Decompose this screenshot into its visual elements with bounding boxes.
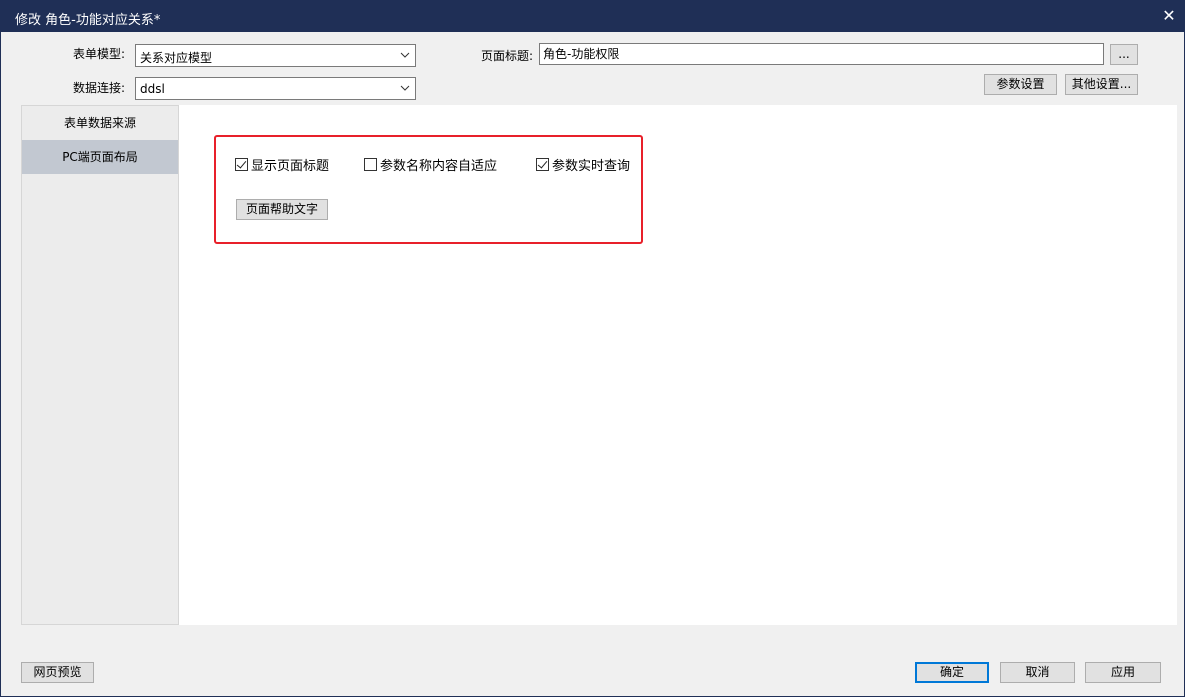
sidebar-item-data-source[interactable]: 表单数据来源 — [22, 106, 178, 140]
web-preview-button[interactable]: 网页预览 — [21, 662, 94, 683]
sidebar: 表单数据来源 PC端页面布局 — [21, 105, 179, 625]
window-title: 修改 角色-功能对应关系* — [15, 13, 161, 28]
sidebar-item-pc-layout[interactable]: PC端页面布局 — [22, 140, 178, 174]
highlight-box — [214, 135, 643, 244]
param-settings-button[interactable]: 参数设置 — [984, 74, 1057, 95]
checkbox-checked-icon — [536, 158, 549, 171]
model-select[interactable]: 关系对应模型 — [135, 44, 416, 67]
chevron-down-icon — [400, 52, 410, 58]
param-autofit-label: 参数名称内容自适应 — [380, 159, 498, 174]
page-title-input[interactable]: 角色-功能权限 — [539, 43, 1104, 65]
realtime-query-checkbox[interactable]: 参数实时查询 — [536, 155, 630, 174]
checkbox-unchecked-icon — [364, 158, 377, 171]
connection-label: 数据连接: — [73, 81, 126, 95]
show-title-label: 显示页面标题 — [251, 159, 330, 174]
connection-select-value: ddsl — [140, 82, 165, 96]
other-settings-button[interactable]: 其他设置... — [1065, 74, 1138, 95]
chevron-down-icon — [400, 85, 410, 91]
page-title-label: 页面标题: — [481, 49, 534, 63]
checkbox-checked-icon — [235, 158, 248, 171]
show-title-checkbox[interactable]: 显示页面标题 — [235, 155, 329, 174]
ellipsis-button[interactable]: ... — [1110, 44, 1138, 65]
model-label: 表单模型: — [73, 47, 126, 61]
help-text-button[interactable]: 页面帮助文字 — [236, 199, 328, 220]
dialog-window: 修改 角色-功能对应关系* ✕ 表单模型: 关系对应模型 数据连接: ddsl … — [0, 0, 1185, 697]
connection-select[interactable]: ddsl — [135, 77, 416, 100]
cancel-button[interactable]: 取消 — [1000, 662, 1075, 683]
param-autofit-checkbox[interactable]: 参数名称内容自适应 — [364, 155, 497, 174]
realtime-query-label: 参数实时查询 — [552, 159, 631, 174]
apply-button[interactable]: 应用 — [1085, 662, 1161, 683]
model-select-value: 关系对应模型 — [140, 51, 213, 65]
ok-button[interactable]: 确定 — [915, 662, 989, 683]
title-bar: 修改 角色-功能对应关系* ✕ — [1, 1, 1185, 32]
close-icon[interactable]: ✕ — [1158, 5, 1180, 27]
